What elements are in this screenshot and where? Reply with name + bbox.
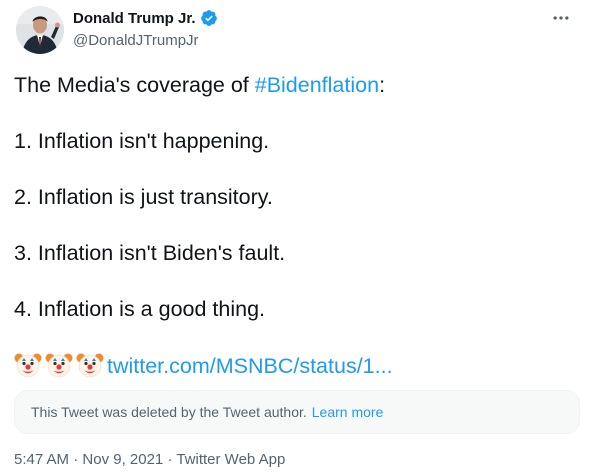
deleted-notice-text: This Tweet was deleted by the Tweet auth… xyxy=(31,404,307,420)
tweet-text: The Media's coverage of #Bidenflation: 1… xyxy=(14,71,574,379)
meta-separator: · xyxy=(163,451,177,468)
tweet-header: Donald Trump Jr. @DonaldJTrumpJr xyxy=(16,6,578,54)
quoted-tweet-link[interactable]: twitter.com/MSNBC/status/1... xyxy=(107,354,393,378)
name-row: Donald Trump Jr. xyxy=(73,8,218,28)
emoji-link-line: twitter.com/MSNBC/status/1... xyxy=(14,351,574,379)
tweet-source[interactable]: Twitter Web App xyxy=(176,451,285,468)
intro-prefix: The Media's coverage of xyxy=(14,73,255,97)
meta-separator: · xyxy=(69,451,83,468)
tweet-date[interactable]: Nov 9, 2021 xyxy=(82,451,163,468)
deleted-tweet-notice: This Tweet was deleted by the Tweet auth… xyxy=(14,390,580,434)
clown-face-emoji-icon xyxy=(76,351,104,379)
tweet-line-intro: The Media's coverage of #Bidenflation: xyxy=(14,71,574,99)
clown-face-emoji-icon xyxy=(45,351,73,379)
author-handle[interactable]: @DonaldJTrumpJr xyxy=(73,31,218,51)
tweet-time[interactable]: 5:47 AM xyxy=(14,451,69,468)
list-item: 3. Inflation isn't Biden's fault. xyxy=(14,241,286,265)
tweet-metadata: 5:47 AM · Nov 9, 2021 · Twitter Web App xyxy=(14,451,285,468)
clown-face-emoji-icon xyxy=(14,351,42,379)
list-item: 1. Inflation isn't happening. xyxy=(14,129,270,153)
intro-suffix: : xyxy=(379,73,386,97)
list-item: 2. Inflation is just transitory. xyxy=(14,185,273,209)
avatar[interactable] xyxy=(16,6,64,54)
author-display-name[interactable]: Donald Trump Jr. xyxy=(73,10,196,27)
verified-badge-icon xyxy=(200,9,218,27)
more-options-button[interactable] xyxy=(546,6,576,30)
profile-photo-icon xyxy=(16,6,64,54)
author-info: Donald Trump Jr. @DonaldJTrumpJr xyxy=(73,8,218,51)
list-item: 4. Inflation is a good thing. xyxy=(14,297,266,321)
more-horizontal-icon xyxy=(553,16,569,20)
learn-more-link[interactable]: Learn more xyxy=(312,404,384,420)
hashtag-link[interactable]: #Bidenflation xyxy=(255,73,379,97)
